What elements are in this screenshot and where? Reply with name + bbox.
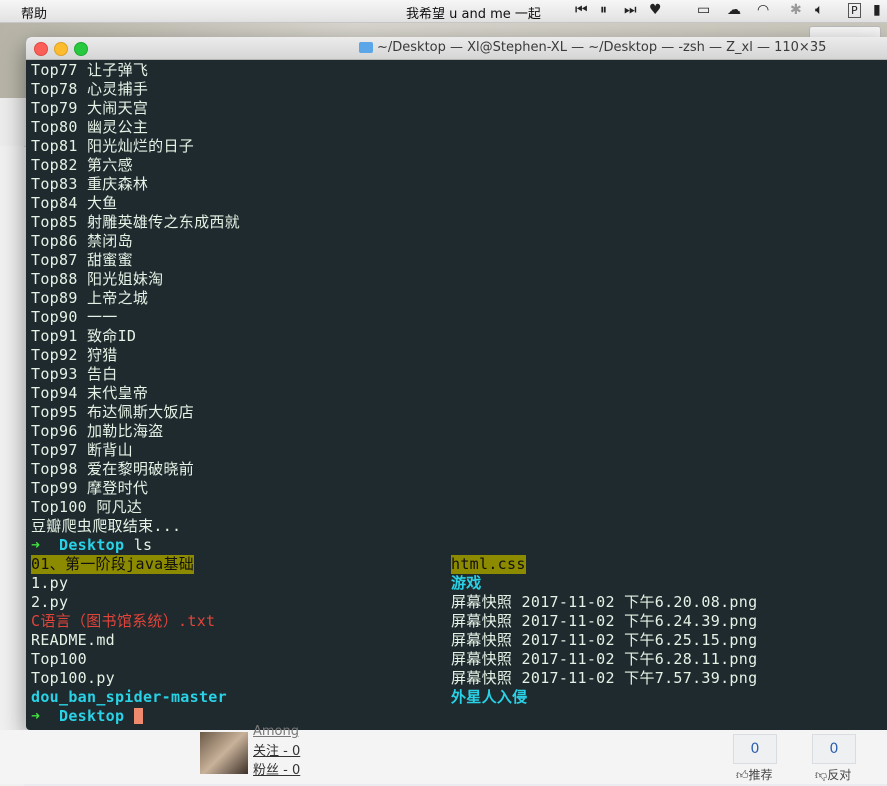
avatar[interactable] [200,732,248,774]
ls-row: dou_ban_spider-master 外星人入侵 [31,688,887,707]
terminal-line: Top90 一一 [31,308,118,326]
terminal-line: Top89 上帝之城 [31,289,149,307]
terminal-line: Top88 阳光姐妹淘 [31,270,164,288]
background-left-strip [0,146,24,786]
terminal-line: 豆瓣爬虫爬取结束... [31,517,182,535]
ls-entry: 屏幕快照 2017-11-02 下午7.57.39.png [451,669,758,687]
terminal-line: Top81 阳光灿烂的日子 [31,137,195,155]
terminal-line: Top79 大闹天宫 [31,99,149,117]
battery-icon[interactable]: ▮ [873,2,881,18]
terminal-line: Top96 加勒比海盗 [31,422,164,440]
recommend-button[interactable]: 👍︎推荐 [736,766,773,783]
ls-entry: 屏幕快照 2017-11-02 下午6.24.39.png [451,612,758,630]
recommend-count[interactable]: 0 [733,734,777,764]
creative-cloud-icon[interactable]: ☁ [727,2,741,18]
ls-row: 01、第一阶段java基础 html.css [31,555,887,574]
terminal-line: Top82 第六感 [31,156,133,174]
ls-entry: 屏幕快照 2017-11-02 下午6.25.15.png [451,631,758,649]
terminal-line: Top97 断背山 [31,441,133,459]
folder-icon [359,42,373,53]
close-button[interactable] [34,42,48,56]
now-playing-title[interactable]: 我希望 u and me 一起 [406,3,541,22]
next-track-icon[interactable]: ⏭ [624,2,637,18]
ls-entry: 1.py [31,574,69,592]
terminal-line: Top99 摩登时代 [31,479,149,497]
prompt-directory: Desktop [59,707,125,725]
pause-icon[interactable]: ⏸ [600,2,607,18]
terminal-line: Top84 大鱼 [31,194,118,212]
terminal-line: Top93 告白 [31,365,118,383]
terminal-line: Top85 射雕英雄传之东成西就 [31,213,240,231]
terminal-line: Top87 甜蜜蜜 [31,251,133,269]
ls-row: Top100 屏幕快照 2017-11-02 下午6.28.11.png [31,650,887,669]
ls-entry: 屏幕快照 2017-11-02 下午6.28.11.png [451,650,758,668]
terminal-line: Top94 末代皇帝 [31,384,149,402]
ls-entry: html.css [451,555,526,574]
terminal-line: Top77 让子弹飞 [31,61,149,79]
menu-help[interactable]: 帮助 [21,3,47,22]
wifi-icon[interactable]: ◠ [757,2,769,18]
ls-output: 01、第一阶段java基础 html.css 1.py 游戏 2.py 屏幕快照 2017… [31,555,887,707]
terminal-line: Top78 心灵捕手 [31,80,149,98]
current-prompt-line[interactable]: ➜ Desktop [31,707,887,726]
recommend-label: 推荐 [748,768,773,782]
follow-link[interactable]: 关注 - 0 [253,740,300,759]
terminal-line: Top80 幽灵公主 [31,118,149,136]
oppose-count[interactable]: 0 [812,734,856,764]
oppose-label: 反对 [827,768,852,782]
terminal-content[interactable]: Top77 让子弹飞 Top78 心灵捕手 Top79 大闹天宫 Top80 幽灵公主… [31,61,887,726]
ls-row: README.md 屏幕快照 2017-11-02 下午6.25.15.png [31,631,887,650]
ls-entry: README.md [31,631,115,649]
heart-icon[interactable]: ♥ [649,2,662,18]
output-lines: Top77 让子弹飞 Top78 心灵捕手 Top79 大闹天宫 Top80 幽灵公主… [31,61,887,536]
prompt-line: ➜ Desktop ls [31,536,887,555]
user-name-link[interactable]: Among [253,724,299,739]
ls-entry: C语言（图书馆系统）.txt [31,612,216,630]
previous-track-icon[interactable]: ⏮ [575,2,588,18]
text-cursor [133,708,143,724]
minimize-button[interactable] [54,42,68,56]
terminal-titlebar[interactable]: ~/Desktop — Xl@Stephen-XL — ~/Desktop — … [26,37,887,60]
thumbs-down-icon: 👎︎ [815,768,828,782]
volume-icon[interactable]: 🔈︎ [815,2,823,18]
ls-entry: 2.py [31,593,69,611]
mac-menubar: 帮助 我希望 u and me 一起 ⏮ ⏸ ⏭ ♥ ▭ ☁ ◠ ✱ 🔈︎ P … [0,0,887,23]
airplay-icon[interactable]: ▭ [697,2,710,18]
terminal-line: Top86 禁闭岛 [31,232,133,250]
thumbs-up-icon: 👍︎ [736,768,749,782]
zoom-button[interactable] [74,42,88,56]
ls-row: 1.py 游戏 [31,574,887,593]
terminal-line: Top92 狩猎 [31,346,118,364]
terminal-line: Top98 爱在黎明破晓前 [31,460,195,478]
prompt-directory: Desktop [59,536,125,554]
terminal-line: Top83 重庆森林 [31,175,149,193]
prompt-arrow: ➜ [31,707,41,725]
terminal-line: Top91 致命ID [31,327,137,345]
ls-entry: 01、第一阶段java基础 [31,555,195,574]
ls-row: Top100.py 屏幕快照 2017-11-02 下午7.57.39.png [31,669,887,688]
terminal-window: ~/Desktop — Xl@Stephen-XL — ~/Desktop — … [26,37,887,730]
terminal-title: ~/Desktop — Xl@Stephen-XL — ~/Desktop — … [377,40,827,55]
webpage-footer: Among 关注 - 0 粉丝 - 0 0 👍︎推荐 0 👎︎反对 [0,724,887,784]
bluetooth-icon[interactable]: ✱ [790,2,802,18]
ls-entry: Top100.py [31,669,115,687]
terminal-line: Top100 阿凡达 [31,498,143,516]
ls-row: 2.py 屏幕快照 2017-11-02 下午6.20.08.png [31,593,887,612]
ls-row: C语言（图书馆系统）.txt 屏幕快照 2017-11-02 下午6.24.39.… [31,612,887,631]
terminal-line: Top95 布达佩斯大饭店 [31,403,195,421]
ls-entry: Top100 [31,650,87,668]
ls-entry: 游戏 [451,574,482,592]
prompt-arrow: ➜ [31,536,41,554]
oppose-button[interactable]: 👎︎反对 [815,766,851,783]
input-source-icon[interactable]: P [848,3,861,18]
ls-entry: 屏幕快照 2017-11-02 下午6.20.08.png [451,593,758,611]
command-text: ls [133,536,153,554]
ls-entry: 外星人入侵 [451,688,528,706]
fans-link[interactable]: 粉丝 - 0 [253,759,300,778]
ls-entry: dou_ban_spider-master [31,688,227,706]
